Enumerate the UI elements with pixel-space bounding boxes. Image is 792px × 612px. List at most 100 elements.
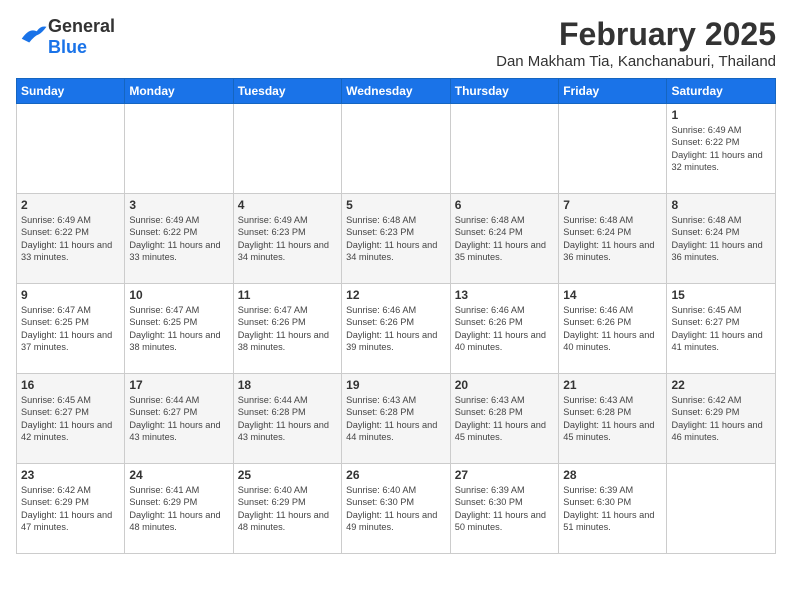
day-info: Sunrise: 6:43 AM Sunset: 6:28 PM Dayligh… — [346, 394, 446, 444]
day-number: 11 — [238, 288, 337, 302]
calendar-cell: 7 Sunrise: 6:48 AM Sunset: 6:24 PM Daylig… — [559, 194, 667, 284]
calendar-cell: 1 Sunrise: 6:49 AM Sunset: 6:22 PM Daylig… — [667, 104, 776, 194]
day-number: 23 — [21, 468, 120, 482]
day-number: 4 — [238, 198, 337, 212]
day-number: 9 — [21, 288, 120, 302]
calendar-week-4: 16 Sunrise: 6:45 AM Sunset: 6:27 PM Dayli… — [17, 374, 776, 464]
logo-blue: Blue — [48, 37, 87, 57]
calendar-week-1: 1 Sunrise: 6:49 AM Sunset: 6:22 PM Daylig… — [17, 104, 776, 194]
month-title: February 2025 — [496, 16, 776, 53]
day-info: Sunrise: 6:45 AM Sunset: 6:27 PM Dayligh… — [21, 394, 120, 444]
day-info: Sunrise: 6:48 AM Sunset: 6:24 PM Dayligh… — [455, 214, 554, 264]
calendar-cell: 23 Sunrise: 6:42 AM Sunset: 6:29 PM Dayli… — [17, 464, 125, 554]
day-number: 3 — [129, 198, 228, 212]
calendar-cell: 9 Sunrise: 6:47 AM Sunset: 6:25 PM Daylig… — [17, 284, 125, 374]
day-number: 18 — [238, 378, 337, 392]
logo-general: General — [48, 16, 115, 36]
calendar-cell: 28 Sunrise: 6:39 AM Sunset: 6:30 PM Dayli… — [559, 464, 667, 554]
col-header-saturday: Saturday — [667, 79, 776, 104]
day-number: 2 — [21, 198, 120, 212]
day-info: Sunrise: 6:39 AM Sunset: 6:30 PM Dayligh… — [455, 484, 554, 534]
calendar-cell: 8Sunrise: 6:48 AM Sunset: 6:24 PM Daylig… — [667, 194, 776, 284]
day-number: 22 — [671, 378, 771, 392]
calendar-cell — [559, 104, 667, 194]
calendar-cell: 5Sunrise: 6:48 AM Sunset: 6:23 PM Daylig… — [342, 194, 451, 284]
day-number: 7 — [563, 198, 662, 212]
calendar-cell: 2 Sunrise: 6:49 AM Sunset: 6:22 PM Daylig… — [17, 194, 125, 284]
calendar-cell: 10 Sunrise: 6:47 AM Sunset: 6:25 PM Dayli… — [125, 284, 233, 374]
col-header-sunday: Sunday — [17, 79, 125, 104]
day-info: Sunrise: 6:49 AM Sunset: 6:23 PM Dayligh… — [238, 214, 337, 264]
day-info: Sunrise: 6:49 AM Sunset: 6:22 PM Dayligh… — [129, 214, 228, 264]
calendar-cell: 4 Sunrise: 6:49 AM Sunset: 6:23 PM Daylig… — [233, 194, 341, 284]
calendar-cell — [125, 104, 233, 194]
location: Dan Makham Tia, Kanchanaburi, Thailand — [496, 53, 776, 70]
day-number: 5 — [346, 198, 446, 212]
col-header-wednesday: Wednesday — [342, 79, 451, 104]
day-number: 14 — [563, 288, 662, 302]
calendar-cell: 24Sunrise: 6:41 AM Sunset: 6:29 PM Dayli… — [125, 464, 233, 554]
day-number: 16 — [21, 378, 120, 392]
calendar-cell: 15Sunrise: 6:45 AM Sunset: 6:27 PM Dayli… — [667, 284, 776, 374]
day-info: Sunrise: 6:46 AM Sunset: 6:26 PM Dayligh… — [563, 304, 662, 354]
day-number: 24 — [129, 468, 228, 482]
day-info: Sunrise: 6:47 AM Sunset: 6:25 PM Dayligh… — [21, 304, 120, 354]
calendar-cell: 19 Sunrise: 6:43 AM Sunset: 6:28 PM Dayli… — [342, 374, 451, 464]
day-number: 13 — [455, 288, 554, 302]
day-number: 21 — [563, 378, 662, 392]
calendar-cell: 12 Sunrise: 6:46 AM Sunset: 6:26 PM Dayli… — [342, 284, 451, 374]
calendar-cell — [667, 464, 776, 554]
day-number: 20 — [455, 378, 554, 392]
col-header-thursday: Thursday — [450, 79, 558, 104]
calendar-cell: 17Sunrise: 6:44 AM Sunset: 6:27 PM Dayli… — [125, 374, 233, 464]
calendar-body: 1 Sunrise: 6:49 AM Sunset: 6:22 PM Daylig… — [17, 104, 776, 554]
calendar-header-row: SundayMondayTuesdayWednesdayThursdayFrid… — [17, 79, 776, 104]
calendar-cell: 26 Sunrise: 6:40 AM Sunset: 6:30 PM Dayli… — [342, 464, 451, 554]
calendar-week-5: 23 Sunrise: 6:42 AM Sunset: 6:29 PM Dayli… — [17, 464, 776, 554]
logo: General Blue — [16, 16, 115, 58]
day-number: 10 — [129, 288, 228, 302]
day-info: Sunrise: 6:46 AM Sunset: 6:26 PM Dayligh… — [346, 304, 446, 354]
col-header-tuesday: Tuesday — [233, 79, 341, 104]
day-number: 25 — [238, 468, 337, 482]
calendar-cell: 13 Sunrise: 6:46 AM Sunset: 6:26 PM Dayli… — [450, 284, 558, 374]
calendar-cell: 11 Sunrise: 6:47 AM Sunset: 6:26 PM Dayli… — [233, 284, 341, 374]
day-info: Sunrise: 6:40 AM Sunset: 6:30 PM Dayligh… — [346, 484, 446, 534]
day-info: Sunrise: 6:47 AM Sunset: 6:25 PM Dayligh… — [129, 304, 228, 354]
col-header-friday: Friday — [559, 79, 667, 104]
day-number: 26 — [346, 468, 446, 482]
day-info: Sunrise: 6:47 AM Sunset: 6:26 PM Dayligh… — [238, 304, 337, 354]
day-number: 19 — [346, 378, 446, 392]
calendar-cell — [342, 104, 451, 194]
day-number: 27 — [455, 468, 554, 482]
calendar-cell: 27 Sunrise: 6:39 AM Sunset: 6:30 PM Dayli… — [450, 464, 558, 554]
day-info: Sunrise: 6:40 AM Sunset: 6:29 PM Dayligh… — [238, 484, 337, 534]
day-info: Sunrise: 6:42 AM Sunset: 6:29 PM Dayligh… — [21, 484, 120, 534]
day-info: Sunrise: 6:49 AM Sunset: 6:22 PM Dayligh… — [671, 124, 771, 174]
day-number: 28 — [563, 468, 662, 482]
calendar-cell: 25 Sunrise: 6:40 AM Sunset: 6:29 PM Dayli… — [233, 464, 341, 554]
calendar-cell — [450, 104, 558, 194]
day-info: Sunrise: 6:42 AM Sunset: 6:29 PM Dayligh… — [671, 394, 771, 444]
day-info: Sunrise: 6:39 AM Sunset: 6:30 PM Dayligh… — [563, 484, 662, 534]
page-header: General Blue February 2025 Dan Makham Ti… — [16, 16, 776, 70]
day-info: Sunrise: 6:44 AM Sunset: 6:27 PM Dayligh… — [129, 394, 228, 444]
calendar-cell: 20 Sunrise: 6:43 AM Sunset: 6:28 PM Dayli… — [450, 374, 558, 464]
day-number: 8 — [671, 198, 771, 212]
day-info: Sunrise: 6:49 AM Sunset: 6:22 PM Dayligh… — [21, 214, 120, 264]
day-number: 1 — [671, 108, 771, 122]
calendar-cell: 6Sunrise: 6:48 AM Sunset: 6:24 PM Daylig… — [450, 194, 558, 284]
day-number: 12 — [346, 288, 446, 302]
day-info: Sunrise: 6:46 AM Sunset: 6:26 PM Dayligh… — [455, 304, 554, 354]
calendar-cell — [233, 104, 341, 194]
calendar-cell: 14 Sunrise: 6:46 AM Sunset: 6:26 PM Dayli… — [559, 284, 667, 374]
calendar-week-2: 2 Sunrise: 6:49 AM Sunset: 6:22 PM Daylig… — [17, 194, 776, 284]
day-info: Sunrise: 6:48 AM Sunset: 6:24 PM Dayligh… — [563, 214, 662, 264]
day-info: Sunrise: 6:43 AM Sunset: 6:28 PM Dayligh… — [455, 394, 554, 444]
calendar-table: SundayMondayTuesdayWednesdayThursdayFrid… — [16, 78, 776, 554]
day-info: Sunrise: 6:43 AM Sunset: 6:28 PM Dayligh… — [563, 394, 662, 444]
calendar-cell: 18 Sunrise: 6:44 AM Sunset: 6:28 PM Dayli… — [233, 374, 341, 464]
calendar-cell: 21 Sunrise: 6:43 AM Sunset: 6:28 PM Dayli… — [559, 374, 667, 464]
day-info: Sunrise: 6:44 AM Sunset: 6:28 PM Dayligh… — [238, 394, 337, 444]
calendar-week-3: 9 Sunrise: 6:47 AM Sunset: 6:25 PM Daylig… — [17, 284, 776, 374]
